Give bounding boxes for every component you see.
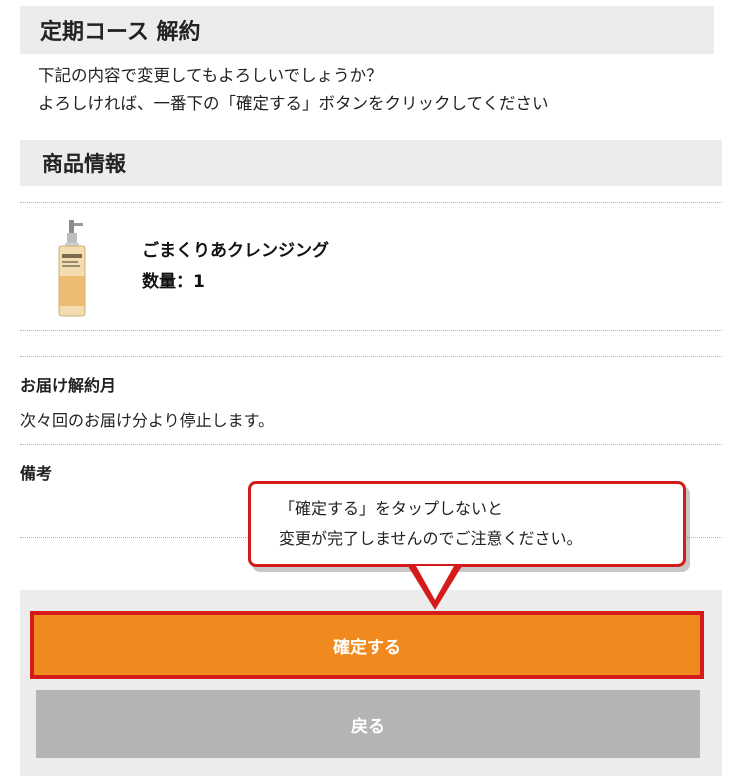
delivery-cancel-label: お届け解約月	[20, 376, 117, 395]
intro-line-2: よろしければ、一番下の「確定する」ボタンをクリックしてください	[38, 94, 549, 113]
divider	[20, 444, 722, 445]
product-name: ごまくりあクレンジング	[142, 241, 329, 261]
intro-text: 下記の内容で変更してもよろしいでしょうか？ よろしければ、一番下の「確定する」ボ…	[38, 62, 718, 118]
callout-line-1: 「確定する」をタップしないと	[279, 499, 504, 518]
callout-line-2: 変更が完了しませんのでご注意ください。	[279, 529, 583, 548]
cleansing-oil-bottle-icon	[58, 220, 86, 317]
product-quantity: 数量：1	[142, 272, 205, 292]
intro-line-1: 下記の内容で変更してもよろしいでしょうか？	[38, 66, 383, 85]
confirm-button[interactable]: 確定する	[30, 611, 704, 679]
page-title: 定期コース 解約	[20, 6, 714, 54]
divider	[20, 356, 722, 357]
callout-tooltip: 「確定する」をタップしないと 変更が完了しませんのでご注意ください。	[248, 481, 686, 567]
callout-pointer-icon	[408, 566, 462, 610]
product-image	[50, 218, 96, 318]
divider	[20, 202, 722, 203]
back-button[interactable]: 戻る	[36, 690, 700, 758]
delivery-cancel-value: 次々回のお届け分より停止します。	[20, 411, 275, 430]
notes-label: 備考	[20, 464, 53, 483]
divider	[20, 330, 722, 331]
product-section-header: 商品情報	[20, 140, 722, 186]
